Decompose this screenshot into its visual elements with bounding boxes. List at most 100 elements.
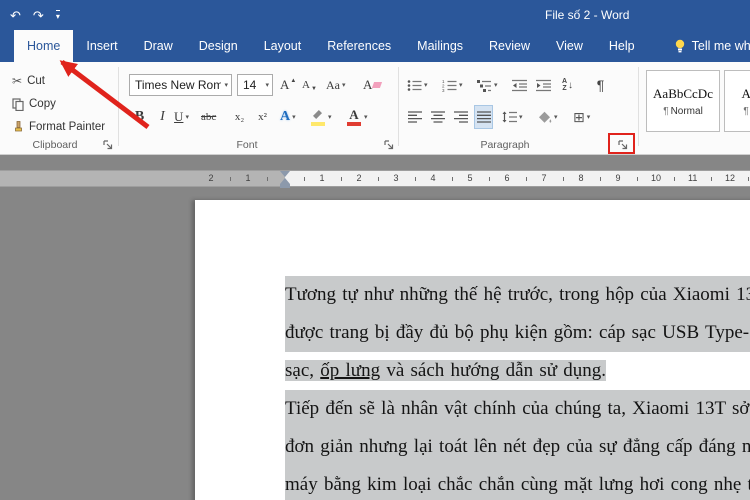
- font-size-combobox[interactable]: 14 ▾: [237, 74, 273, 96]
- chevron-down-icon: ▾: [554, 114, 558, 121]
- style-preview: AaBbCcDc: [653, 85, 713, 101]
- align-right-button[interactable]: [452, 106, 469, 128]
- tab-design[interactable]: Design: [186, 30, 251, 62]
- ruler-numbers: 2 1 1 2 3 4 5 6 7 8 9 10 11 12: [0, 171, 750, 186]
- copy-button[interactable]: Copy: [12, 94, 56, 114]
- chevron-down-icon: ▾: [265, 82, 269, 89]
- chevron-down-icon: ▾: [342, 82, 346, 89]
- cut-button[interactable]: ✂ Cut: [12, 71, 45, 91]
- text-line[interactable]: Tiếp đến sẽ là nhân vật chính của chúng …: [285, 390, 750, 428]
- horizontal-ruler[interactable]: 2 1 1 2 3 4 5 6 7 8 9 10 11 12: [0, 170, 750, 188]
- decrease-indent-button[interactable]: [511, 74, 528, 96]
- style-name: ¶ Normal: [663, 105, 703, 117]
- text-run: Tương tự như những thế hệ trước, trong h…: [285, 284, 750, 305]
- format-painter-button[interactable]: Format Painter: [12, 117, 105, 137]
- clear-formatting-button[interactable]: A: [362, 74, 383, 96]
- chevron-down-icon: ▾: [328, 114, 332, 121]
- chevron-down-icon: ▾: [586, 114, 591, 121]
- pilcrow-icon: ¶: [596, 77, 605, 93]
- align-left-button[interactable]: [406, 106, 423, 128]
- redo-icon[interactable]: ↷: [33, 9, 44, 22]
- shrink-font-button[interactable]: A ▼: [301, 74, 318, 96]
- ruler-tick: [562, 177, 564, 181]
- ruler-number: 11: [688, 173, 698, 183]
- tab-layout[interactable]: Layout: [251, 30, 315, 62]
- undo-icon[interactable]: ↶: [10, 9, 21, 22]
- text-run: được trang bị đầy đủ bộ phụ kiện gồm: cá…: [285, 322, 750, 343]
- left-indent-marker[interactable]: [280, 184, 290, 188]
- tab-help[interactable]: Help: [596, 30, 648, 62]
- ruler-tick: [377, 177, 379, 181]
- tab-mailings[interactable]: Mailings: [404, 30, 476, 62]
- strikethrough-icon: abc: [201, 111, 217, 123]
- bold-button[interactable]: B: [131, 106, 148, 128]
- numbering-button[interactable]: 123 ▾: [441, 74, 464, 96]
- ribbon: ✂ Cut Copy Format Painter Clipboard Time…: [0, 62, 750, 155]
- tell-me-box[interactable]: Tell me what you: [664, 30, 750, 62]
- bold-icon: B: [134, 109, 145, 124]
- format-painter-label: Format Painter: [29, 121, 106, 133]
- change-case-button[interactable]: Aa ▾: [325, 74, 347, 96]
- superscript-button[interactable]: x²: [254, 106, 271, 128]
- align-right-icon: [453, 111, 468, 123]
- group-separator: [118, 67, 119, 146]
- chevron-down-icon: ▾: [459, 82, 463, 89]
- bullets-button[interactable]: ▾: [406, 74, 429, 96]
- borders-button[interactable]: ⊞ ▾: [572, 106, 591, 128]
- clipboard-dialog-launcher[interactable]: [100, 138, 114, 151]
- justify-button[interactable]: [474, 105, 493, 129]
- underlined-text-run: ốp lưng: [320, 360, 381, 381]
- line-spacing-button[interactable]: ▾: [501, 106, 524, 128]
- chevron-down-icon: ▾: [224, 82, 228, 89]
- underline-button[interactable]: U ▾: [173, 106, 190, 128]
- tab-insert[interactable]: Insert: [73, 30, 130, 62]
- clipboard-group-label: Clipboard: [32, 139, 78, 151]
- paragraph-group-label: Paragraph: [480, 139, 530, 151]
- chevron-down-icon: ▾: [364, 114, 368, 121]
- style-preview: AaBbC: [741, 85, 750, 101]
- chevron-down-icon: ▾: [519, 114, 523, 121]
- paragraph-dialog-launcher[interactable]: [615, 138, 629, 151]
- tab-draw[interactable]: Draw: [131, 30, 186, 62]
- tab-review[interactable]: Review: [476, 30, 543, 62]
- tab-home[interactable]: Home: [14, 30, 74, 62]
- highlight-button[interactable]: ▾: [309, 106, 333, 128]
- style-card-no-spacing[interactable]: AaBbC ¶No Sp: [724, 70, 750, 132]
- text-line[interactable]: Tương tự như những thế hệ trước, trong h…: [285, 276, 750, 314]
- pilcrow-icon: ¶: [743, 105, 749, 117]
- tab-references[interactable]: References: [314, 30, 404, 62]
- grow-font-button[interactable]: A ▲: [279, 74, 297, 96]
- font-name-combobox[interactable]: Times New Roma ▾: [129, 74, 232, 96]
- text-line[interactable]: được trang bị đầy đủ bộ phụ kiện gồm: cá…: [285, 314, 750, 352]
- ruler-tick: [673, 177, 675, 181]
- font-color-button[interactable]: A ▾: [345, 106, 369, 128]
- subscript-button[interactable]: x₂: [231, 106, 248, 128]
- ruler-tick: [710, 177, 712, 181]
- text-run: máy bằng kim loại chắc chắn cùng mặt lưn…: [285, 474, 750, 495]
- sort-icon: AZ: [561, 78, 568, 92]
- text-line[interactable]: đơn giản nhưng lại toát lên nét đẹp của …: [285, 428, 750, 466]
- tab-view[interactable]: View: [543, 30, 596, 62]
- show-formatting-marks-button[interactable]: ¶: [592, 74, 609, 96]
- ruler-number: 5: [467, 173, 473, 183]
- shrink-font-icon: A: [302, 79, 310, 91]
- increase-indent-button[interactable]: [535, 74, 552, 96]
- ruler-tick: [488, 177, 490, 181]
- borders-icon: ⊞: [573, 108, 585, 125]
- text-line[interactable]: máy bằng kim loại chắc chắn cùng mặt lưn…: [285, 466, 750, 500]
- multilevel-list-button[interactable]: ▾: [476, 74, 499, 96]
- text-effects-button[interactable]: A ▾: [279, 106, 297, 128]
- sort-button[interactable]: AZ ↓: [559, 74, 576, 96]
- align-center-button[interactable]: [429, 106, 446, 128]
- chevron-down-icon: ▾: [292, 114, 296, 121]
- group-separator: [638, 67, 639, 146]
- text-line[interactable]: sạc, ốp lưng và sách hướng dẫn sử dụng.: [285, 352, 750, 390]
- customize-qat-icon[interactable]: ▾: [55, 9, 60, 21]
- first-line-indent-marker[interactable]: [280, 171, 290, 177]
- strikethrough-button[interactable]: abc: [200, 106, 217, 128]
- font-dialog-launcher[interactable]: [381, 138, 395, 151]
- shading-button[interactable]: ▾: [537, 106, 559, 128]
- document-text[interactable]: Tương tự như những thế hệ trước, trong h…: [285, 276, 750, 500]
- italic-button[interactable]: I: [154, 106, 171, 128]
- style-card-normal[interactable]: AaBbCcDc ¶ Normal: [646, 70, 720, 132]
